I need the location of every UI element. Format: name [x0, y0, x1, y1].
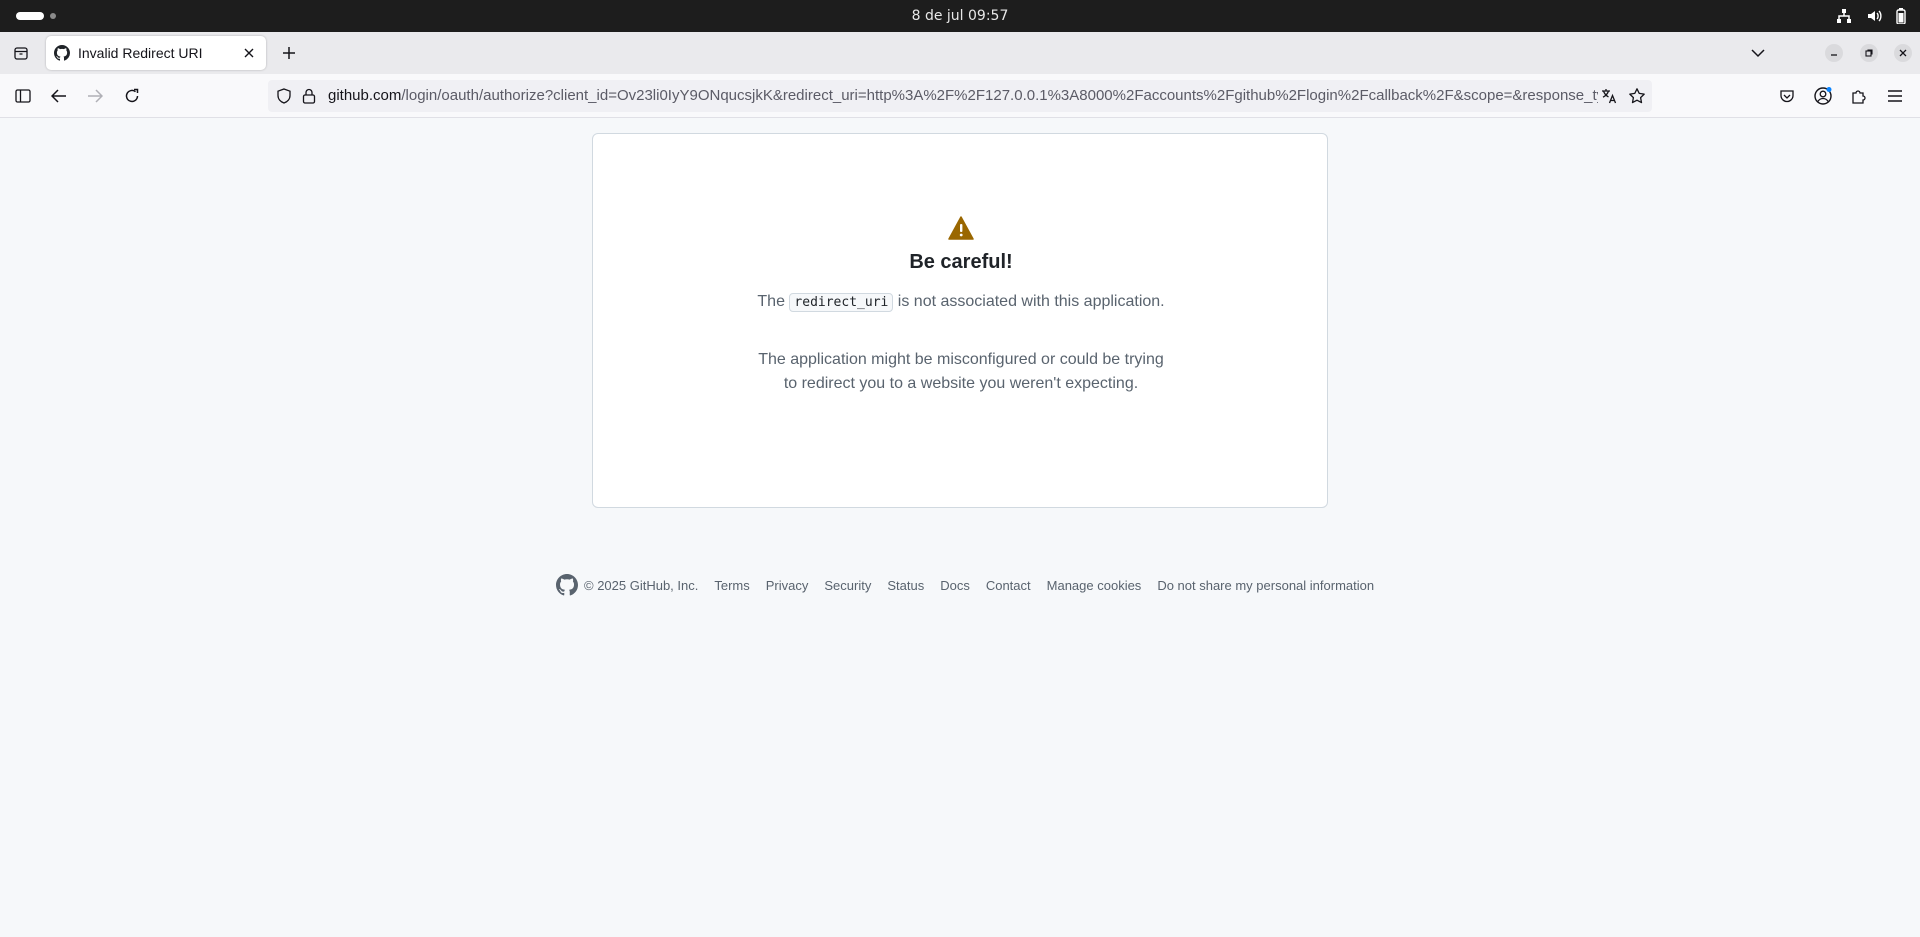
tracking-protection-shield-icon[interactable]: [276, 88, 292, 108]
bookmark-star-icon[interactable]: [1628, 87, 1646, 109]
minimize-icon: [1831, 54, 1837, 56]
tab-invalid-redirect-uri[interactable]: Invalid Redirect URI: [46, 36, 266, 70]
redirect-uri-code: redirect_uri: [789, 293, 894, 312]
minimize-window-button[interactable]: [1825, 44, 1843, 62]
url-path: /login/oauth/authorize?client_id=Ov23li0…: [401, 87, 1598, 104]
github-icon: [54, 45, 70, 61]
footer-link-privacy[interactable]: Privacy: [766, 578, 809, 593]
restore-icon: [1865, 49, 1873, 57]
footer-link-terms[interactable]: Terms: [714, 578, 749, 593]
volume-icon: [1866, 8, 1882, 24]
arrow-right-icon: [88, 89, 103, 103]
footer-link-status[interactable]: Status: [887, 578, 924, 593]
plus-icon: [283, 47, 295, 59]
url-input[interactable]: github.com/login/oauth/authorize?client_…: [328, 80, 1598, 112]
firefox-view-icon: [14, 47, 28, 60]
close-window-button[interactable]: [1894, 44, 1912, 62]
forward-button[interactable]: [84, 85, 106, 107]
footer-link-do-not-share[interactable]: Do not share my personal information: [1157, 578, 1374, 593]
close-icon: [244, 48, 254, 58]
sidebar-icon: [15, 89, 31, 103]
system-clock[interactable]: 8 de jul 09:57: [0, 0, 1920, 32]
error-card: Be careful! The redirect_uri is not asso…: [592, 133, 1328, 508]
footer-link-contact[interactable]: Contact: [986, 578, 1031, 593]
message-suffix: is not associated with this application.: [897, 293, 1165, 310]
chevron-down-icon: [1751, 49, 1765, 58]
extensions-button[interactable]: [1848, 85, 1870, 107]
error-message: The redirect_uri is not associated with …: [753, 289, 1169, 316]
application-menu-button[interactable]: [1884, 85, 1906, 107]
alert-icon: [948, 216, 974, 240]
arrow-left-icon: [51, 89, 66, 103]
back-button[interactable]: [48, 85, 70, 107]
pocket-button[interactable]: [1776, 85, 1798, 107]
close-icon: [1899, 49, 1907, 57]
hamburger-menu-icon: [1888, 90, 1902, 102]
footer-link-docs[interactable]: Docs: [940, 578, 970, 593]
new-tab-button[interactable]: [279, 43, 299, 63]
error-detail: The application might be misconfigured o…: [758, 351, 1164, 392]
account-icon: [1814, 87, 1832, 105]
page-title: Be careful!: [909, 251, 1013, 273]
account-button[interactable]: [1812, 85, 1834, 107]
footer-link-security[interactable]: Security: [824, 578, 871, 593]
tab-title: Invalid Redirect URI: [78, 45, 203, 61]
page-footer: © 2025 GitHub, Inc. Terms Privacy Securi…: [556, 573, 1390, 597]
list-all-tabs-button[interactable]: [1748, 43, 1768, 63]
navigation-toolbar: github.com/login/oauth/authorize?client_…: [0, 74, 1920, 118]
address-bar[interactable]: github.com/login/oauth/authorize?client_…: [268, 80, 1652, 112]
message-prefix: The: [757, 293, 785, 310]
translate-icon[interactable]: [1600, 87, 1618, 109]
puzzle-icon: [1852, 90, 1866, 104]
github-logo-icon[interactable]: [556, 574, 578, 596]
footer-copyright: © 2025 GitHub, Inc.: [584, 577, 699, 593]
pocket-icon: [1780, 90, 1794, 103]
tab-strip: Invalid Redirect URI: [0, 32, 1920, 74]
restore-window-button[interactable]: [1860, 44, 1878, 62]
network-icon: [1836, 8, 1852, 24]
firefox-view-button[interactable]: [10, 42, 32, 64]
sidebar-toggle-button[interactable]: [12, 85, 34, 107]
reload-icon: [125, 88, 139, 103]
reload-button[interactable]: [121, 85, 143, 107]
lock-icon[interactable]: [302, 88, 316, 108]
url-host: github.com: [328, 87, 402, 104]
close-tab-button[interactable]: [240, 44, 258, 62]
system-tray[interactable]: [1836, 0, 1906, 32]
system-top-bar: 8 de jul 09:57: [0, 0, 1920, 32]
battery-icon: [1896, 8, 1906, 24]
footer-link-manage-cookies[interactable]: Manage cookies: [1047, 578, 1142, 593]
